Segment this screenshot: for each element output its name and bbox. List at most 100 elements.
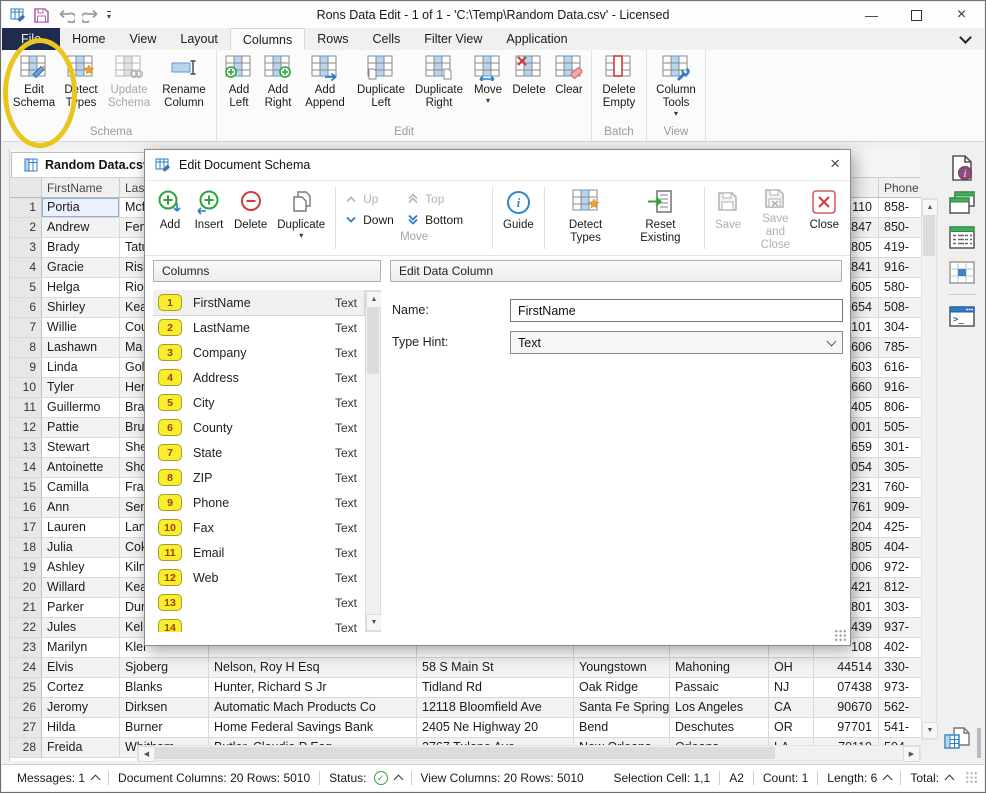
save-button[interactable] bbox=[33, 7, 50, 24]
row-number[interactable]: 15 bbox=[10, 478, 42, 498]
tab-layout[interactable]: Layout bbox=[168, 28, 230, 50]
row-number[interactable]: 3 bbox=[10, 238, 42, 258]
dialog-resize-grip[interactable] bbox=[834, 629, 847, 642]
cell-phone[interactable]: 419- bbox=[879, 238, 921, 258]
cell-address[interactable]: 12118 Bloomfield Ave bbox=[417, 698, 574, 718]
horizontal-scroll-thumb[interactable] bbox=[155, 747, 775, 759]
cell-state[interactable]: OH bbox=[769, 658, 814, 678]
move-up-button[interactable]: Up bbox=[345, 188, 407, 209]
cell-firstname[interactable]: Marilyn bbox=[42, 638, 120, 658]
vertical-scroll-thumb[interactable] bbox=[923, 216, 935, 256]
guide-button[interactable]: i Guide bbox=[498, 184, 539, 252]
row-number[interactable]: 22 bbox=[10, 618, 42, 638]
chevron-up-icon[interactable] bbox=[883, 775, 893, 785]
move-top-button[interactable]: Top bbox=[407, 188, 483, 209]
scroll-down-arrow[interactable]: ▼ bbox=[366, 614, 381, 631]
cell-phone[interactable]: 541- bbox=[879, 718, 921, 738]
cell-firstname[interactable]: Lauren bbox=[42, 518, 120, 538]
scroll-up-arrow[interactable]: ▲ bbox=[366, 291, 381, 308]
cell-county[interactable]: Mahoning bbox=[670, 658, 769, 678]
cell-phone[interactable]: 505- bbox=[879, 418, 921, 438]
tab-filter-view[interactable]: Filter View bbox=[412, 28, 494, 50]
cell-company[interactable]: Automatic Mach Products Co bbox=[209, 698, 417, 718]
column-tools-button[interactable]: Column Tools ▾ bbox=[650, 51, 702, 118]
move-bottom-button[interactable]: Bottom bbox=[407, 209, 483, 230]
row-number[interactable]: 5 bbox=[10, 278, 42, 298]
row-number[interactable]: 10 bbox=[10, 378, 42, 398]
schema-list-item[interactable]: 2 LastName Text bbox=[153, 315, 364, 340]
grid-vertical-scrollbar[interactable]: ▲ ▼ bbox=[921, 198, 937, 740]
cell-address[interactable]: 58 S Main St bbox=[417, 658, 574, 678]
cell-lastname[interactable]: Burner bbox=[120, 718, 209, 738]
save-and-close-button[interactable]: Save and Close bbox=[746, 184, 804, 252]
minimize-button[interactable]: — bbox=[849, 3, 894, 28]
add-column-button[interactable]: Add bbox=[151, 184, 189, 252]
cell-firstname[interactable]: Gracie bbox=[42, 258, 120, 278]
update-schema-button[interactable]: Update Schema bbox=[103, 51, 155, 110]
qat-menu-button[interactable]: ▾ bbox=[107, 11, 111, 20]
row-number[interactable]: 11 bbox=[10, 398, 42, 418]
header-firstname[interactable]: FirstName bbox=[42, 178, 120, 198]
status-length[interactable]: Length: 6 bbox=[818, 771, 900, 785]
new-table-document-icon[interactable] bbox=[942, 726, 972, 761]
cell-phone[interactable]: 304- bbox=[879, 318, 921, 338]
cell-address[interactable]: Tidland Rd bbox=[417, 678, 574, 698]
cell-phone[interactable]: 305- bbox=[879, 458, 921, 478]
type-hint-dropdown[interactable]: Text bbox=[510, 331, 843, 354]
detect-types-dialog-button[interactable]: Detect Types bbox=[550, 184, 622, 252]
cell-state[interactable]: OR bbox=[769, 718, 814, 738]
schema-list-item[interactable]: 8 ZIP Text bbox=[153, 465, 364, 490]
schema-list-item[interactable]: 13 Text bbox=[153, 590, 364, 615]
cell-firstname[interactable]: Camilla bbox=[42, 478, 120, 498]
row-number[interactable]: 18 bbox=[10, 538, 42, 558]
cell-phone[interactable]: 562- bbox=[879, 698, 921, 718]
close-dialog-button[interactable]: Close bbox=[805, 184, 844, 252]
cell-phone[interactable]: 916- bbox=[879, 378, 921, 398]
cell-firstname[interactable]: Elvis bbox=[42, 658, 120, 678]
scroll-right-arrow[interactable]: ▶ bbox=[903, 746, 920, 762]
cell-firstname[interactable]: Ann bbox=[42, 498, 120, 518]
console-icon[interactable]: >_ bbox=[946, 301, 978, 332]
cell-phone[interactable]: 858- bbox=[879, 198, 921, 218]
schema-list-item[interactable]: 9 Phone Text bbox=[153, 490, 364, 515]
chevron-up-icon[interactable] bbox=[393, 775, 403, 785]
cell-phone[interactable]: 760- bbox=[879, 478, 921, 498]
cell-phone[interactable]: 303- bbox=[879, 598, 921, 618]
cell-firstname[interactable]: Willard bbox=[42, 578, 120, 598]
schema-list-item[interactable]: 5 City Text bbox=[153, 390, 364, 415]
cell-city[interactable]: Santa Fe Springs bbox=[574, 698, 670, 718]
row-number[interactable]: 6 bbox=[10, 298, 42, 318]
cell-firstname[interactable]: Antoinette bbox=[42, 458, 120, 478]
row-number[interactable]: 14 bbox=[10, 458, 42, 478]
cell-firstname[interactable]: Stewart bbox=[42, 438, 120, 458]
document-tab[interactable]: Random Data.csv bbox=[11, 152, 163, 177]
row-number[interactable]: 20 bbox=[10, 578, 42, 598]
cell-firstname[interactable]: Pattie bbox=[42, 418, 120, 438]
undo-button[interactable] bbox=[57, 8, 75, 23]
cell-firstname[interactable]: Willie bbox=[42, 318, 120, 338]
scroll-up-arrow[interactable]: ▲ bbox=[922, 199, 938, 216]
schema-list-item[interactable]: 7 State Text bbox=[153, 440, 364, 465]
schema-list-item[interactable]: 6 County Text bbox=[153, 415, 364, 440]
window-resize-grip[interactable] bbox=[966, 772, 978, 784]
row-number-header[interactable] bbox=[10, 178, 42, 198]
cell-firstname[interactable]: Andrew bbox=[42, 218, 120, 238]
row-number[interactable]: 24 bbox=[10, 658, 42, 678]
scroll-down-arrow[interactable]: ▼ bbox=[922, 722, 938, 739]
row-number[interactable]: 7 bbox=[10, 318, 42, 338]
cell-phone[interactable]: 425- bbox=[879, 518, 921, 538]
cell-phone[interactable]: 972- bbox=[879, 558, 921, 578]
cell-phone[interactable]: 937- bbox=[879, 618, 921, 638]
cell-firstname[interactable]: Hilda bbox=[42, 718, 120, 738]
reset-existing-button[interactable]: Reset Existing bbox=[621, 184, 699, 252]
tab-file[interactable]: File bbox=[2, 28, 60, 50]
tab-view[interactable]: View bbox=[118, 28, 169, 50]
row-number[interactable]: 4 bbox=[10, 258, 42, 278]
cell-phone[interactable]: 616- bbox=[879, 358, 921, 378]
delete-column-button[interactable]: Delete bbox=[508, 51, 550, 97]
row-number[interactable]: 19 bbox=[10, 558, 42, 578]
row-number[interactable]: 13 bbox=[10, 438, 42, 458]
cell-firstname[interactable]: Guillermo bbox=[42, 398, 120, 418]
row-number[interactable]: 1 bbox=[10, 198, 42, 218]
dialog-close-icon[interactable]: × bbox=[830, 154, 840, 174]
